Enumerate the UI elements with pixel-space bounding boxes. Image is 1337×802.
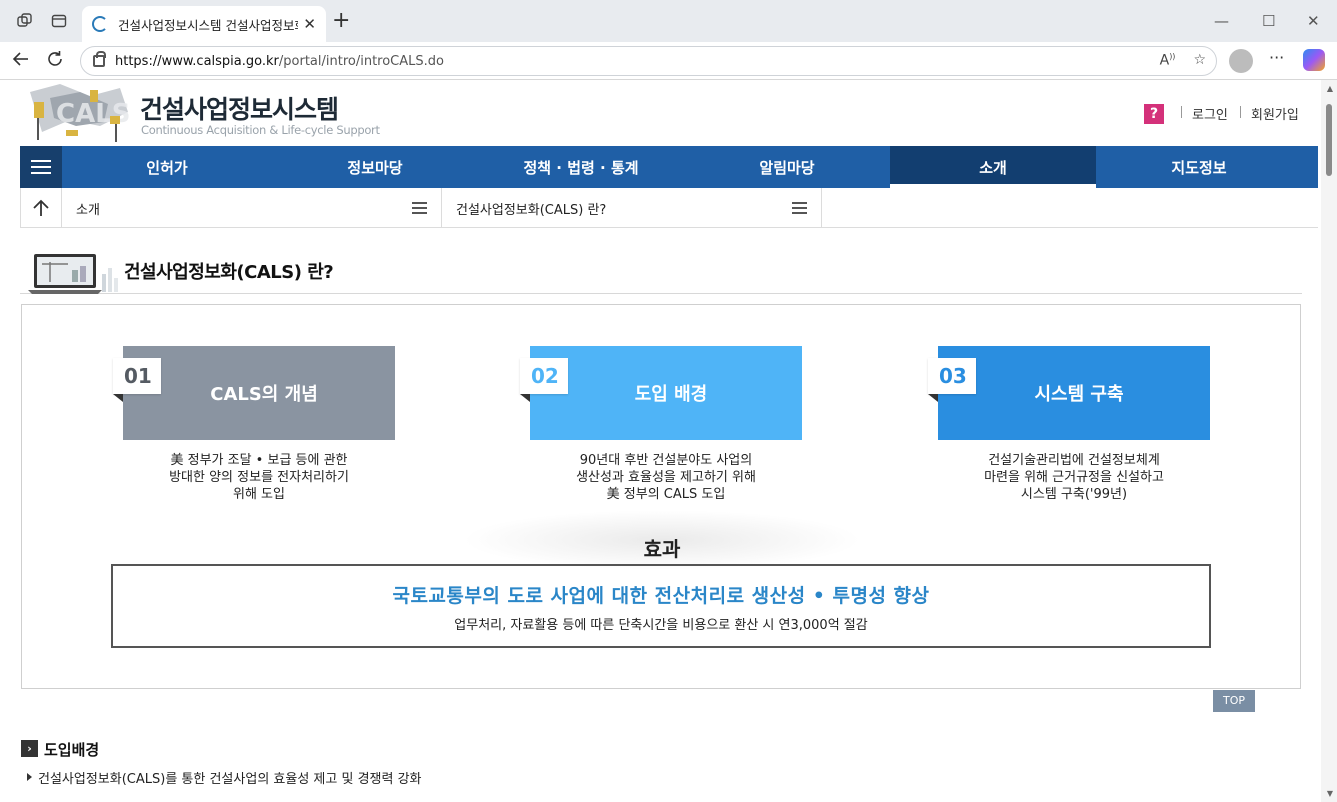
browser-tab[interactable]: 건설사업정보시스템 건설사업정보화 ✕ xyxy=(82,6,326,42)
main-navigation: 인허가 정보마당 정책 · 법령 · 통계 알림마당 소개 지도정보 xyxy=(20,146,1318,188)
lock-icon[interactable] xyxy=(93,51,106,67)
concept-card: CALS의 개념 01 美 정부가 조달 • 보급 등에 관한 방대한 양의 정보… xyxy=(113,346,395,502)
all-menu-button[interactable] xyxy=(20,146,62,188)
signup-link[interactable]: 회원가입 xyxy=(1251,104,1299,123)
card-title: 시스템 구축 xyxy=(938,346,1210,440)
read-aloud-icon[interactable]: A)) xyxy=(1160,52,1176,69)
gnb-item-policy[interactable]: 정책 · 법령 · 통계 xyxy=(478,146,684,188)
gnb-item-map[interactable]: 지도정보 xyxy=(1096,146,1302,188)
gnb-item-info[interactable]: 정보마당 xyxy=(272,146,478,188)
effect-box: 국토교통부의 도로 사업에 대한 전산처리로 생산성 • 투명성 향상 업무처리… xyxy=(111,564,1211,648)
tab-title: 건설사업정보시스템 건설사업정보화 xyxy=(118,17,298,33)
page-heading: 건설사업정보화(CALS) 란? xyxy=(20,244,1302,294)
site-subtitle: Continuous Acquisition & Life-cycle Supp… xyxy=(141,123,380,137)
scroll-down-icon[interactable]: ▼ xyxy=(1327,789,1333,798)
help-icon[interactable]: ? xyxy=(1144,104,1164,124)
util-divider xyxy=(1181,106,1182,118)
breadcrumb: 소개 건설사업정보화(CALS) 란? xyxy=(20,188,1318,228)
card-number: 03 xyxy=(928,358,976,402)
browser-tab-bar: 건설사업정보시스템 건설사업정보화 ✕ + — ☐ ✕ xyxy=(0,0,1337,42)
scroll-thumb[interactable] xyxy=(1326,104,1332,176)
refresh-icon[interactable] xyxy=(46,50,64,73)
util-divider xyxy=(1240,106,1241,118)
effect-main-text: 국토교통부의 도로 사업에 대한 전산처리로 생산성 • 투명성 향상 xyxy=(392,585,930,607)
copilot-icon[interactable] xyxy=(1303,49,1325,71)
breadcrumb-depth1-label: 소개 xyxy=(76,202,100,218)
section-bullet-text: 건설사업정보화(CALS)를 통한 건설사업의 효율성 제고 및 경쟁력 강화 xyxy=(38,772,422,787)
intro-content: CALS의 개념 01 美 정부가 조달 • 보급 등에 관한 방대한 양의 정보… xyxy=(21,304,1301,689)
card-number: 01 xyxy=(113,358,161,402)
scrollbar[interactable]: ▲ ▼ xyxy=(1321,80,1337,802)
back-icon[interactable] xyxy=(12,50,30,73)
address-bar-row: https://www.calspia.go.kr/portal/intro/i… xyxy=(0,42,1337,80)
card-description: 건설기술관리법에 건설정보체계 마련을 위해 근거규정을 신설하고 시스템 구축('… xyxy=(984,453,1164,502)
window-close-icon[interactable]: ✕ xyxy=(1307,12,1320,30)
gnb-item-intro[interactable]: 소개 xyxy=(890,146,1096,188)
menu-icon[interactable] xyxy=(792,202,807,214)
site-title[interactable]: 건설사업정보시스템 xyxy=(140,90,339,126)
new-tab-icon[interactable]: + xyxy=(332,10,350,32)
laptop-construction-icon xyxy=(28,254,118,294)
card-title: 도입 배경 xyxy=(530,346,802,440)
profile-icon[interactable] xyxy=(1229,49,1253,73)
breadcrumb-depth1[interactable]: 소개 xyxy=(62,188,442,228)
background-card: 도입 배경 02 90년대 후반 건설분야도 사업의 생산성과 효율성을 제고하기… xyxy=(520,346,802,502)
more-icon[interactable]: ··· xyxy=(1269,48,1284,67)
scroll-up-icon[interactable]: ▲ xyxy=(1327,84,1333,93)
url-host: https://www.calspia.go.kr xyxy=(115,53,279,69)
system-card: 시스템 구축 03 건설기술관리법에 건설정보체계 마련을 위해 근거규정을 신설… xyxy=(928,346,1210,502)
tab-actions-icon[interactable] xyxy=(48,10,70,32)
card-description: 美 정부가 조달 • 보급 등에 관한 방대한 양의 정보를 전자처리하기 위해 도… xyxy=(169,453,349,502)
cals-logo-icon[interactable]: CALS xyxy=(20,82,132,144)
site-favicon-icon xyxy=(92,16,108,32)
section-arrow-icon: › xyxy=(21,740,38,757)
breadcrumb-depth2-label: 건설사업정보화(CALS) 란? xyxy=(456,202,607,218)
minimize-icon[interactable]: — xyxy=(1214,12,1229,30)
breadcrumb-depth2[interactable]: 건설사업정보화(CALS) 란? xyxy=(442,188,822,228)
favorite-icon[interactable]: ☆ xyxy=(1193,52,1206,69)
section-title: 도입배경 xyxy=(44,741,100,759)
maximize-icon[interactable]: ☐ xyxy=(1262,12,1275,30)
effect-sub-text: 업무처리, 자료활용 등에 따른 단축시간을 비용으로 환산 시 연3,000억… xyxy=(454,618,868,633)
url-path: /portal/intro/introCALS.do xyxy=(278,53,444,69)
bullet-icon xyxy=(27,773,32,781)
home-icon[interactable] xyxy=(20,188,62,228)
gnb-item-permits[interactable]: 인허가 xyxy=(62,146,272,188)
page-title: 건설사업정보화(CALS) 란? xyxy=(124,262,334,283)
workspaces-icon[interactable] xyxy=(14,10,36,32)
close-icon[interactable]: ✕ xyxy=(303,15,316,33)
svg-text:CALS: CALS xyxy=(56,99,131,129)
card-title: CALS의 개념 xyxy=(123,346,395,440)
menu-icon[interactable] xyxy=(412,202,427,214)
gnb-item-notice[interactable]: 알림마당 xyxy=(684,146,890,188)
url-input[interactable]: https://www.calspia.go.kr/portal/intro/i… xyxy=(80,46,1217,76)
effect-label: 효과 xyxy=(643,537,681,561)
top-button[interactable]: TOP xyxy=(1213,690,1255,712)
login-link[interactable]: 로그인 xyxy=(1192,104,1228,123)
card-description: 90년대 후반 건설분야도 사업의 생산성과 효율성을 제고하기 위해 美 정부의 … xyxy=(576,453,756,502)
card-number: 02 xyxy=(520,358,568,402)
web-page: CALS 건설사업정보시스템 Continuous Acquisition & … xyxy=(0,80,1337,802)
